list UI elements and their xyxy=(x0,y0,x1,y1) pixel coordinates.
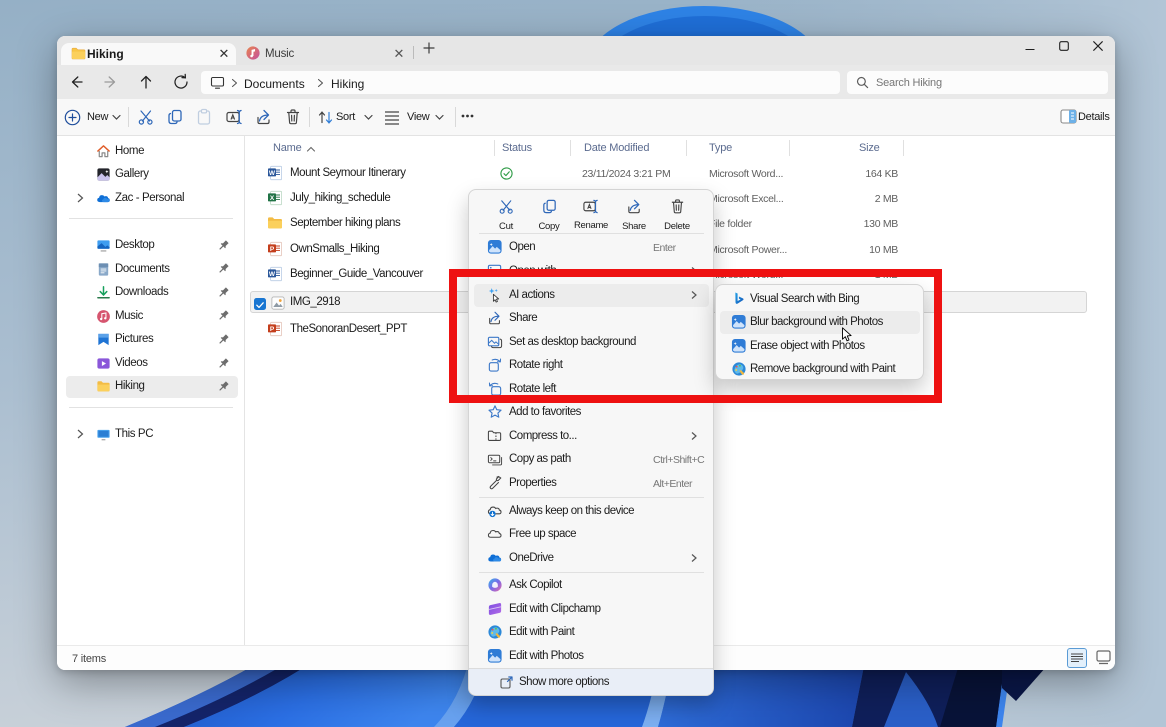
svg-text:P: P xyxy=(270,245,275,252)
svg-text:W: W xyxy=(269,170,276,177)
svg-text:P: P xyxy=(270,326,275,333)
svg-text:W: W xyxy=(269,271,276,278)
svg-text:X: X xyxy=(270,195,275,202)
